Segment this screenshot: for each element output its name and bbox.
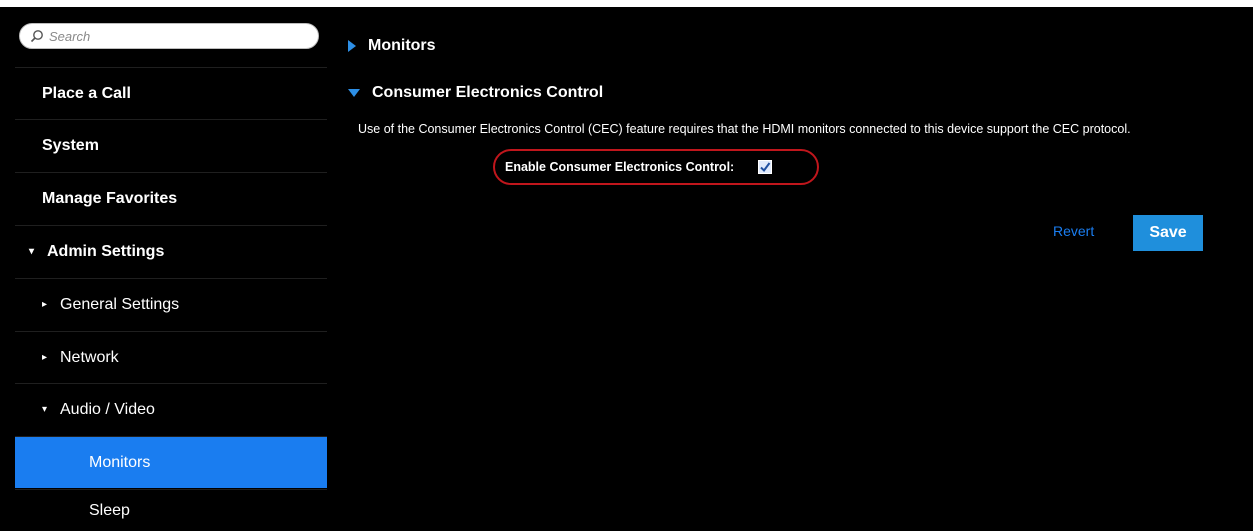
sidebar-item-label: Manage Favorites <box>42 189 178 207</box>
sidebar-item-label: Audio / Video <box>60 400 155 418</box>
sidebar-item-label: Place a Call <box>42 84 131 102</box>
search-icon <box>30 30 43 43</box>
sidebar-item-system[interactable]: System <box>15 119 327 171</box>
sidebar-item-network[interactable]: ▸ Network <box>15 331 327 383</box>
search-box[interactable] <box>19 23 319 49</box>
section-title: Consumer Electronics Control <box>372 84 604 101</box>
sidebar-item-place-a-call[interactable]: Place a Call <box>15 67 327 119</box>
collapse-arrow-icon <box>348 89 360 97</box>
chevron-down-icon: ▾ <box>29 246 35 257</box>
expand-arrow-icon <box>348 40 356 52</box>
section-cec[interactable]: Consumer Electronics Control <box>348 84 603 102</box>
chevron-down-icon: ▾ <box>42 404 48 415</box>
sidebar-item-manage-favorites[interactable]: Manage Favorites <box>15 172 327 224</box>
search-input[interactable] <box>49 28 289 44</box>
sidebar-item-admin-settings[interactable]: ▾ Admin Settings <box>15 225 327 277</box>
sidebar-item-monitors[interactable]: Monitors <box>15 436 327 488</box>
cec-enable-label: Enable Consumer Electronics Control: <box>505 160 735 174</box>
sidebar-item-label: Network <box>60 348 119 366</box>
sidebar-item-audio-video[interactable]: ▾ Audio / Video <box>15 383 327 435</box>
main-content: Monitors Consumer Electronics Control Us… <box>327 7 1253 531</box>
sidebar: Place a Call System Manage Favorites ▾ A… <box>15 7 327 531</box>
cec-description: Use of the Consumer Electronics Control … <box>358 122 1131 136</box>
sidebar-item-label: System <box>42 136 99 154</box>
sidebar-item-label: Monitors <box>89 453 151 471</box>
sidebar-item-label: General Settings <box>60 295 180 313</box>
section-monitors[interactable]: Monitors <box>348 37 436 55</box>
sidebar-item-general-settings[interactable]: ▸ General Settings <box>15 278 327 330</box>
revert-link[interactable]: Revert <box>1053 223 1094 239</box>
sidebar-item-label: Admin Settings <box>47 242 165 260</box>
cec-enable-row: Enable Consumer Electronics Control: <box>493 149 819 185</box>
chevron-right-icon: ▸ <box>42 299 48 310</box>
save-button[interactable]: Save <box>1133 215 1203 251</box>
sidebar-item-label: Sleep <box>89 501 130 519</box>
search-area <box>15 7 327 67</box>
sidebar-item-sleep[interactable]: Sleep <box>15 489 327 531</box>
app-frame: Place a Call System Manage Favorites ▾ A… <box>0 7 1253 531</box>
chevron-right-icon: ▸ <box>42 352 48 363</box>
checkmark-icon <box>760 162 771 173</box>
cec-enable-checkbox[interactable] <box>758 160 773 174</box>
section-title: Monitors <box>368 37 436 54</box>
